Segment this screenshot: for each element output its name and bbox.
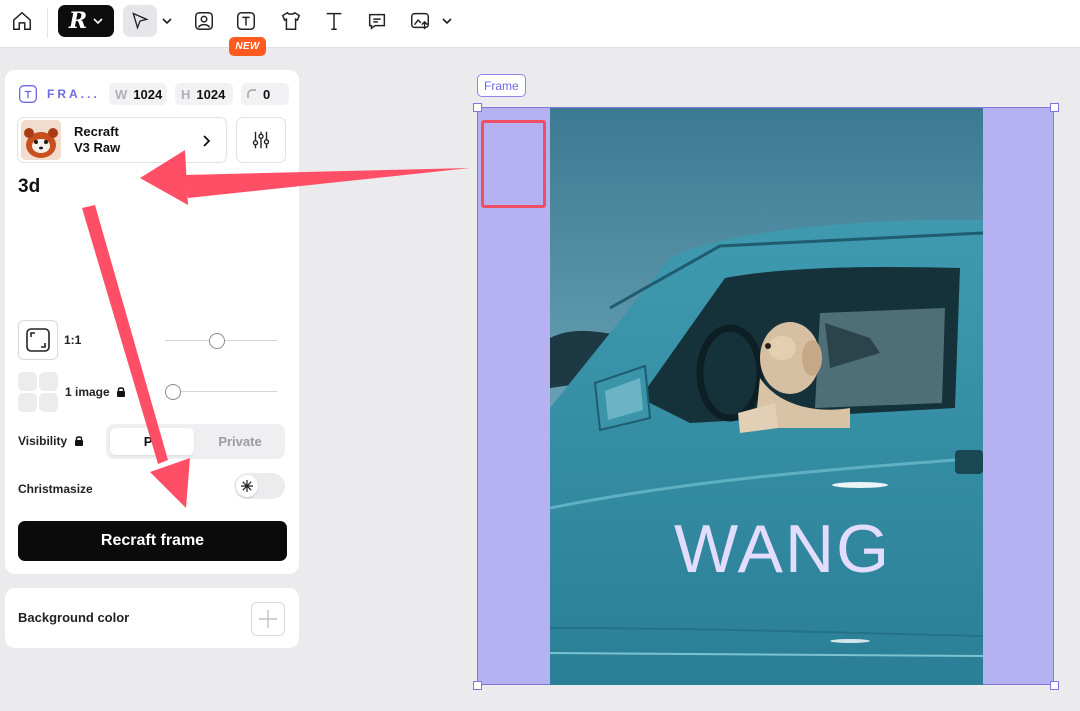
christmasize-toggle[interactable] xyxy=(234,473,285,499)
model-selector[interactable]: Recraft V3 Raw xyxy=(17,117,227,163)
slider-knob[interactable] xyxy=(165,384,181,400)
plus-icon xyxy=(259,610,277,628)
text-tool-button[interactable] xyxy=(320,5,348,37)
mockup-tool-button[interactable] xyxy=(277,5,305,37)
overlay-text-wang[interactable]: WANG xyxy=(550,510,1015,588)
brand-menu-button[interactable]: R xyxy=(58,5,114,37)
visibility-toggle: Pu Private xyxy=(106,424,285,459)
recraft-logo-icon: R xyxy=(68,8,88,34)
top-toolbar: R NEW xyxy=(0,0,1080,56)
resize-handle-top-left[interactable] xyxy=(473,103,482,112)
resize-handle-bottom-left[interactable] xyxy=(473,681,482,690)
model-thumbnail xyxy=(21,120,61,160)
background-color-label: Background color xyxy=(18,610,130,625)
visibility-label: Visibility xyxy=(18,434,85,448)
image-count-label: 1 image xyxy=(65,385,110,399)
comment-icon xyxy=(368,13,386,30)
corner-radius-icon xyxy=(247,89,256,98)
select-tool-button[interactable] xyxy=(123,5,157,37)
christmasize-label: Christmasize xyxy=(18,482,93,496)
image-portrait-icon xyxy=(195,12,213,30)
frame-name-tag[interactable]: Frame xyxy=(477,74,526,97)
resize-handle-bottom-right[interactable] xyxy=(1050,681,1059,690)
text-frame-tool-button[interactable] xyxy=(232,5,260,37)
height-field[interactable]: H 1024 xyxy=(175,83,233,105)
frame-type-icon xyxy=(17,83,39,105)
lock-icon xyxy=(75,436,84,446)
image-tool-button[interactable] xyxy=(190,5,218,37)
upload-tool-button[interactable] xyxy=(406,5,434,37)
image-count-grid-icon[interactable] xyxy=(18,372,58,412)
home-icon xyxy=(13,11,31,30)
lock-icon xyxy=(116,387,125,397)
toolbar-divider xyxy=(47,8,48,38)
visibility-public-option[interactable]: Pu xyxy=(110,428,194,455)
chevron-down-icon xyxy=(162,18,172,25)
frame-name-label[interactable]: FRA... xyxy=(47,87,105,101)
add-background-color-button[interactable] xyxy=(251,602,285,636)
aspect-ratio-row: 1:1 xyxy=(18,320,81,360)
prompt-text[interactable]: 3d xyxy=(18,176,40,198)
home-button[interactable] xyxy=(8,5,36,37)
tshirt-icon xyxy=(281,11,301,30)
text-frame-icon xyxy=(237,12,255,30)
upload-image-icon xyxy=(411,12,429,30)
snowflake-icon xyxy=(241,480,253,492)
chevron-down-icon xyxy=(442,18,452,25)
chevron-down-icon xyxy=(93,18,103,25)
cursor-arrow-icon xyxy=(132,12,149,30)
chevron-right-icon xyxy=(203,135,211,147)
background-color-panel: Background color xyxy=(5,588,299,648)
image-count-slider[interactable] xyxy=(165,384,277,400)
frame-header-row: FRA... W 1024 H 1024 0 xyxy=(17,82,289,106)
car-dog-photo xyxy=(550,108,983,685)
recraft-frame-button[interactable]: Recraft frame xyxy=(18,521,287,561)
corner-radius-field[interactable]: 0 xyxy=(241,83,289,105)
frame-settings-panel: FRA... W 1024 H 1024 0 Recraft V3 Raw 3d… xyxy=(5,70,299,574)
model-name: Recraft V3 Raw xyxy=(74,124,121,155)
aspect-ratio-icon xyxy=(26,328,50,352)
sliders-icon xyxy=(252,131,270,149)
upload-menu-button[interactable] xyxy=(438,5,456,37)
comment-tool-button[interactable] xyxy=(363,5,391,37)
new-badge: NEW xyxy=(229,37,266,56)
image-count-row: 1 image xyxy=(18,372,127,412)
select-tool-menu-button[interactable] xyxy=(158,5,176,37)
aspect-ratio-slider[interactable] xyxy=(165,333,277,349)
resize-handle-top-right[interactable] xyxy=(1050,103,1059,112)
model-settings-button[interactable] xyxy=(236,117,286,163)
aspect-ratio-label: 1:1 xyxy=(64,333,82,347)
aspect-ratio-button[interactable] xyxy=(18,320,58,360)
slider-knob[interactable] xyxy=(209,333,225,349)
text-icon xyxy=(326,12,342,30)
red-panda-avatar-icon xyxy=(21,120,61,160)
visibility-private-option[interactable]: Private xyxy=(198,428,282,455)
width-field[interactable]: W 1024 xyxy=(109,83,167,105)
annotation-highlight-box xyxy=(481,120,546,208)
